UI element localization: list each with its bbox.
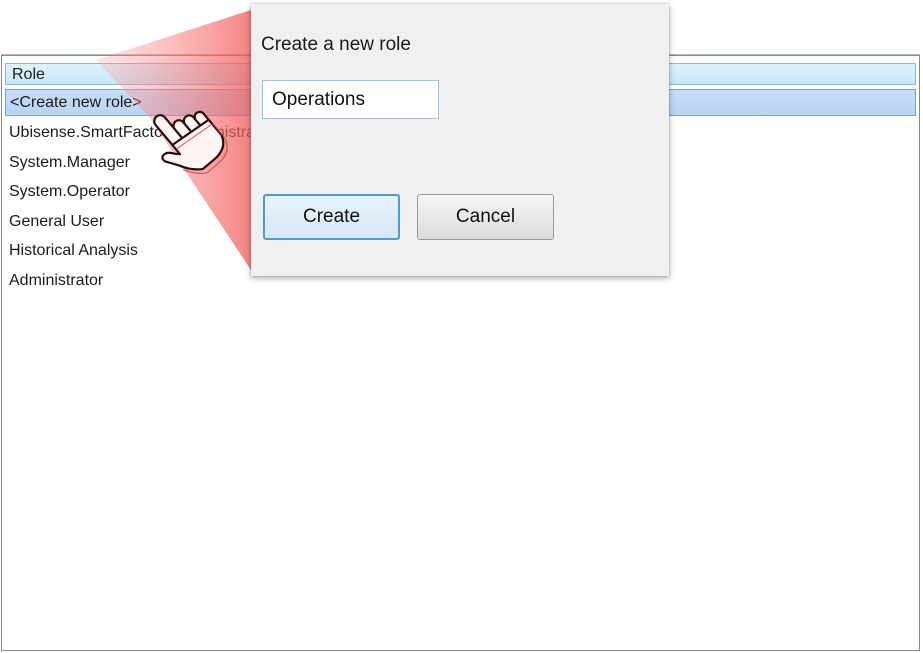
role-name-input[interactable] [262, 80, 439, 119]
create-button[interactable]: Create [263, 194, 400, 240]
role-column-header-label: Role [12, 66, 45, 83]
create-role-dialog: Create a new role Create Cancel [251, 4, 669, 276]
cancel-button[interactable]: Cancel [417, 194, 554, 240]
dialog-title: Create a new role [261, 34, 411, 55]
hand-pointer-icon [153, 110, 228, 175]
